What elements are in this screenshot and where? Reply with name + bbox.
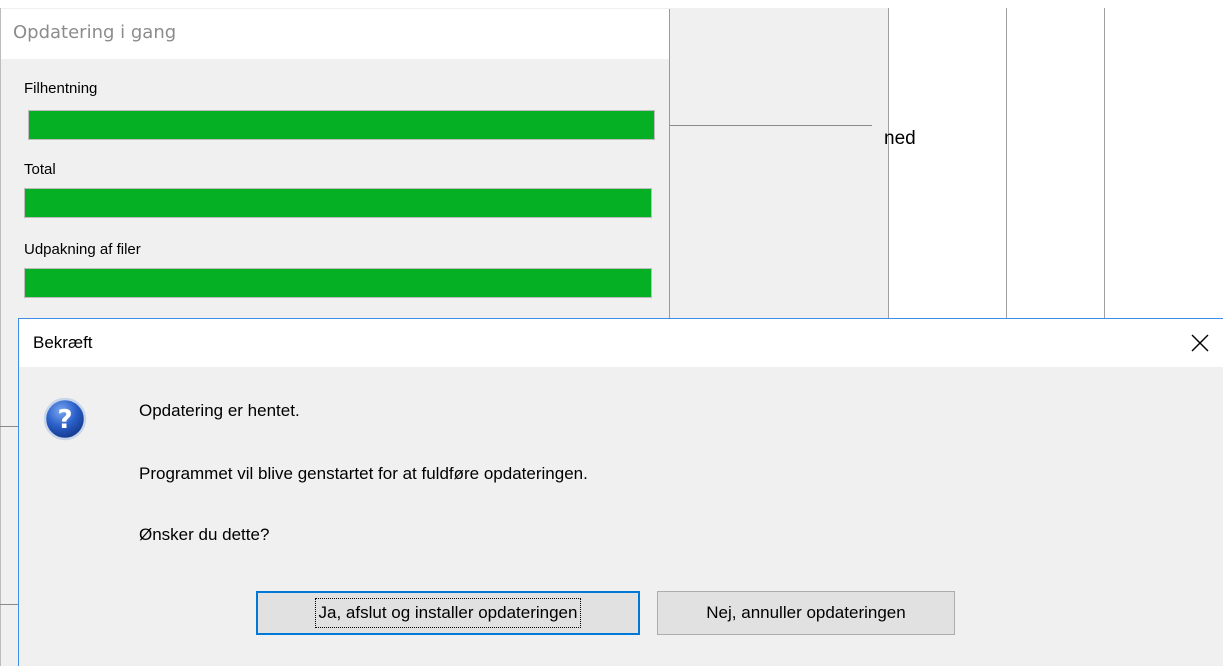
cancel-update-button[interactable]: Nej, annuller opdateringen [657, 591, 955, 635]
download-progress-bar [28, 110, 655, 140]
dialog-titlebar: Bekræft [19, 319, 1223, 367]
progress-window-title: Opdatering i gang [13, 22, 177, 43]
close-icon [1191, 334, 1209, 352]
close-button[interactable] [1177, 319, 1223, 367]
background-separator [668, 125, 872, 126]
unpack-progress-bar [24, 268, 652, 298]
download-progress-label: Filhentning [24, 80, 98, 97]
update-progress-window: Opdatering i gang Filhentning Total Udpa… [1, 9, 670, 329]
confirm-install-button[interactable]: Ja, afslut og installer opdateringen [256, 591, 640, 635]
question-icon: ? [43, 397, 87, 441]
progress-window-titlebar: Opdatering i gang [1, 9, 669, 59]
column-divider [1006, 8, 1007, 318]
cancel-update-button-label: Nej, annuller opdateringen [706, 603, 906, 622]
svg-text:?: ? [57, 405, 72, 435]
download-progress-fill [29, 111, 654, 139]
column-divider [888, 8, 889, 318]
background-partial-label: ned [884, 128, 916, 149]
total-progress-fill [25, 189, 651, 217]
background-separator [0, 604, 18, 605]
dialog-message-line: Opdatering er hentet. [139, 401, 300, 420]
dialog-message-line: Ønsker du dette? [139, 525, 270, 544]
unpack-progress-fill [25, 269, 651, 297]
column-divider [1104, 8, 1105, 318]
background-separator [0, 426, 18, 427]
confirm-dialog: Bekræft ? Opdatering er hentet. Programm… [18, 318, 1223, 666]
dialog-title: Bekræft [33, 333, 93, 352]
dialog-message-line: Programmet vil blive genstartet for at f… [139, 464, 588, 483]
confirm-install-button-label: Ja, afslut og installer opdateringen [314, 598, 582, 628]
unpack-progress-label: Udpakning af filer [24, 241, 141, 258]
total-progress-label: Total [24, 161, 56, 178]
total-progress-bar [24, 188, 652, 218]
